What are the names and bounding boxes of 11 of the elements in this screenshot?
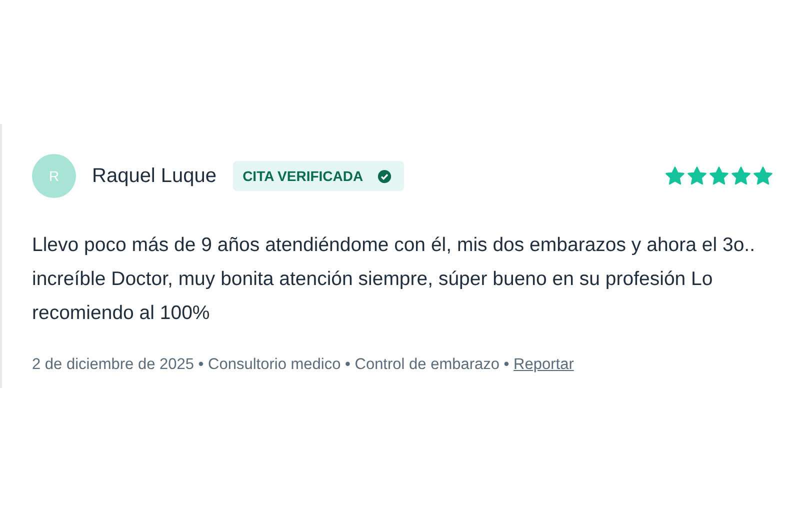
- report-link[interactable]: Reportar: [514, 356, 574, 373]
- review-meta: 2 de diciembre de 2025 • Consultorio medico • Control de embarazo • Reportar: [32, 356, 575, 374]
- badge-label: CITA VERIFICADA: [242, 168, 364, 184]
- star-icon: [752, 165, 774, 187]
- avatar: R: [32, 154, 76, 198]
- star-icon: [708, 165, 730, 187]
- star-icon: [664, 165, 686, 187]
- star-icon: [730, 165, 752, 187]
- star-icon: [686, 165, 708, 187]
- review-text: Llevo poco más de 9 años atendiéndome con él, mis dos embarazos y ahora el 3o.. increíble Doctor, muy bonita atención siempre, súper bueno en su profesión Lo recomiendo al 100%: [32, 233, 756, 326]
- author-name: Raquel Luque: [92, 164, 217, 188]
